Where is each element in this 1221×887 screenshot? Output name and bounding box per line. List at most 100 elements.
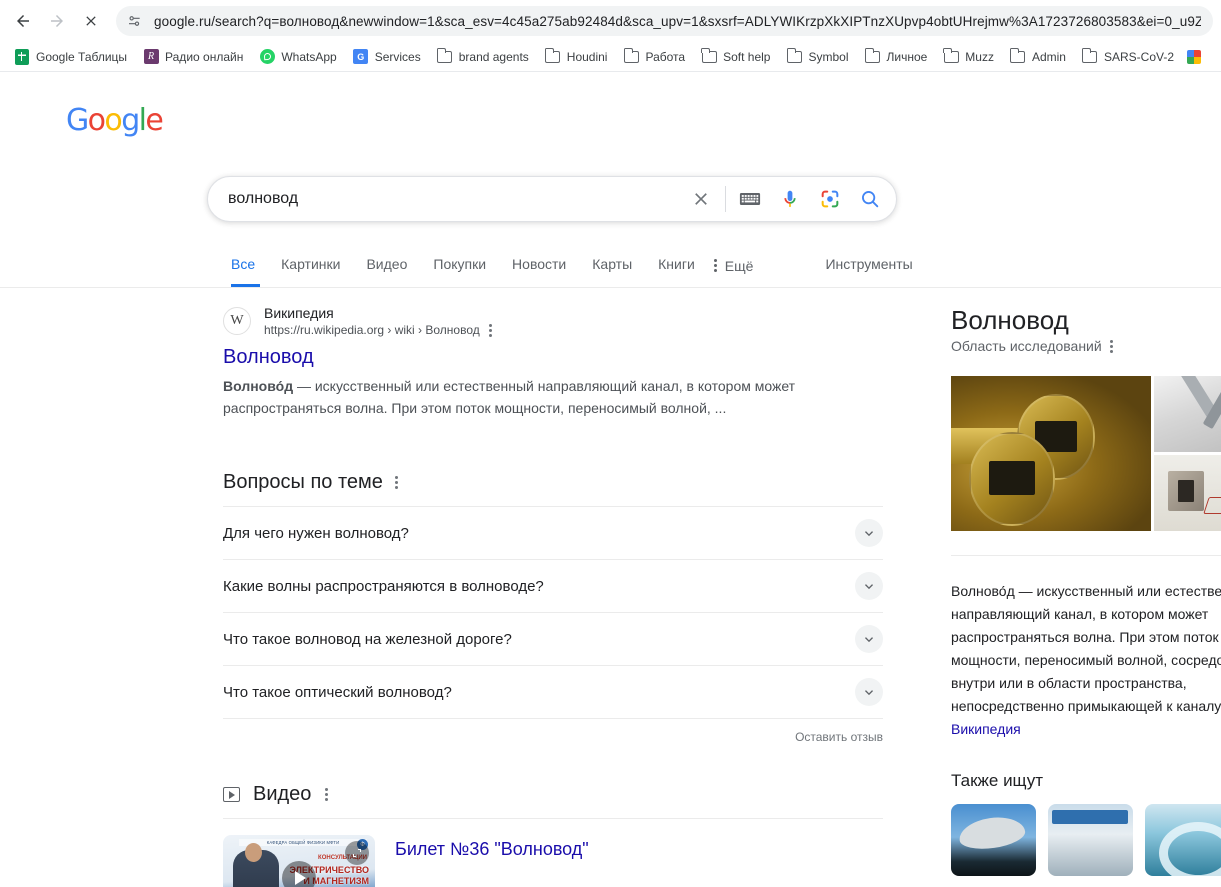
paa-question: Для чего нужен волновод? [223, 525, 409, 542]
kp-main-image[interactable] [951, 376, 1151, 531]
back-button[interactable] [8, 6, 38, 36]
videos-header: Видео [223, 783, 883, 806]
bookmark-label: Личное [886, 49, 927, 65]
kp-description-text: Волново́д — искусственный или естественн… [951, 583, 1221, 714]
bookmark-brand-agents[interactable]: brand agents [429, 45, 537, 69]
people-also-ask-section: Вопросы по теме Для чего нужен волновод?… [223, 469, 883, 748]
close-icon [83, 13, 99, 29]
kp-image-gallery[interactable] [951, 376, 1221, 531]
search-input[interactable]: волновод [208, 189, 681, 209]
tools-button[interactable]: Инструменты [825, 244, 912, 287]
bookmark-symbol[interactable]: Symbol [778, 45, 856, 69]
forward-arrow-icon [48, 12, 66, 30]
video-title-link[interactable]: Билет №36 "Волновод" [395, 837, 663, 861]
video-thumbnail[interactable]: КАФЕДРА ОБЩЕЙ ФИЗИКИ МФТИ Ф КОНСУЛЬТАЦИИ… [223, 835, 375, 887]
bookmark-muzz[interactable]: Muzz [935, 45, 1002, 69]
more-filters-button[interactable]: Ещё [714, 244, 754, 287]
expand-icon[interactable] [345, 841, 369, 865]
tab-videos[interactable]: Видео [353, 244, 420, 287]
kp-also-item[interactable]: Оптика [1048, 804, 1133, 887]
chevron-down-icon[interactable] [855, 678, 883, 706]
search-filter-tabs: Все Картинки Видео Покупки Новости Карты… [0, 244, 1221, 288]
play-icon[interactable] [282, 861, 316, 887]
microphone-icon [779, 188, 801, 210]
bookmark-label: Admin [1032, 49, 1066, 65]
chevron-down-icon[interactable] [855, 519, 883, 547]
folder-icon [1010, 49, 1026, 65]
chevron-down-icon[interactable] [855, 625, 883, 653]
result-title-link[interactable]: Волновод [223, 344, 883, 370]
tab-shopping[interactable]: Покупки [420, 244, 499, 287]
kp-also-thumbnail[interactable] [951, 804, 1036, 876]
browser-toolbar: google.ru/search?q=волновод&newwindow=1&… [0, 0, 1221, 42]
bookmark-label: Радио онлайн [165, 49, 243, 65]
paa-item[interactable]: Для чего нужен волновод? [223, 506, 883, 559]
bookmark-label: Muzz [965, 49, 994, 65]
bookmark-rabota[interactable]: Работа [615, 45, 693, 69]
bookmark-label: WhatsApp [281, 49, 336, 65]
radio-icon: R [143, 49, 159, 65]
kebab-icon [714, 257, 718, 274]
kp-subtitle: Область исследований [951, 338, 1102, 354]
paa-item[interactable]: Что такое волновод на железной дороге? [223, 612, 883, 665]
google-logo[interactable]: Google [66, 106, 162, 136]
paa-options-icon[interactable] [395, 475, 398, 490]
videos-options-icon[interactable] [325, 787, 328, 802]
onscreen-keyboard-button[interactable] [730, 179, 770, 219]
kp-also-title: Также ищут [951, 771, 1221, 791]
snippet-keyword: Волново́д [223, 378, 293, 394]
stop-button[interactable] [76, 6, 106, 36]
kp-also-thumbnail[interactable] [1145, 804, 1221, 876]
tab-all[interactable]: Все [227, 244, 268, 287]
kp-description-source-link[interactable]: Википедия [951, 721, 1021, 737]
folder-icon [701, 49, 717, 65]
kp-also-item[interactable]: Волна [1145, 804, 1221, 887]
bookmark-sars-cov-2[interactable]: SARS-CoV-2 [1074, 45, 1182, 69]
bookmark-services[interactable]: G Services [345, 45, 429, 69]
search-submit-button[interactable] [850, 179, 890, 219]
forward-button[interactable] [42, 6, 72, 36]
result-options-icon[interactable] [489, 323, 492, 338]
bookmark-google-sheets[interactable]: Google Таблицы [6, 45, 135, 69]
bookmark-admin[interactable]: Admin [1002, 45, 1074, 69]
bookmark-houdini[interactable]: Houdini [537, 45, 616, 69]
google-search-page: Google волновод [0, 72, 1221, 887]
video-icon [223, 787, 240, 802]
bookmark-soft-help[interactable]: Soft help [693, 45, 778, 69]
bookmark-label: Symbol [808, 49, 848, 65]
result-header[interactable]: W Википедия https://ru.wikipedia.org › w… [223, 304, 883, 338]
thumb-person-head [245, 843, 262, 862]
kp-also-item[interactable]: Антенна [951, 804, 1036, 887]
bookmark-overflow[interactable] [1182, 45, 1212, 69]
kp-thumb-image[interactable] [1154, 376, 1221, 452]
tab-maps[interactable]: Карты [579, 244, 645, 287]
kp-options-icon[interactable] [1110, 339, 1113, 354]
clear-search-button[interactable] [681, 179, 721, 219]
video-item[interactable]: КАФЕДРА ОБЩЕЙ ФИЗИКИ МФТИ Ф КОНСУЛЬТАЦИИ… [223, 818, 883, 887]
kp-thumb-image[interactable] [1154, 455, 1221, 531]
tab-images[interactable]: Картинки [268, 244, 353, 287]
logo-letter: G [66, 103, 88, 138]
kp-title: Волновод [951, 304, 1221, 336]
paa-question: Какие волны распространяются в волноводе… [223, 578, 544, 595]
bookmark-radio-online[interactable]: R Радио онлайн [135, 45, 251, 69]
divider [725, 186, 726, 212]
search-box[interactable]: волновод [207, 176, 897, 222]
feedback-link[interactable]: Оставить отзыв [795, 730, 883, 744]
logo-letter: o [88, 103, 105, 138]
videos-section: Видео КАФЕДРА ОБЩЕЙ ФИЗИКИ МФТИ Ф КОНСУЛ… [223, 783, 883, 887]
bookmark-lichnoe[interactable]: Личное [856, 45, 935, 69]
paa-item[interactable]: Что такое оптический волновод? [223, 665, 883, 718]
tab-news[interactable]: Новости [499, 244, 579, 287]
folder-icon [545, 49, 561, 65]
kp-also-thumbnail[interactable] [1048, 804, 1133, 876]
site-settings-icon[interactable] [126, 12, 144, 30]
paa-item[interactable]: Какие волны распространяются в волноводе… [223, 559, 883, 612]
folder-icon [786, 49, 802, 65]
chevron-down-icon[interactable] [855, 572, 883, 600]
tab-books[interactable]: Книги [645, 244, 708, 287]
address-bar[interactable]: google.ru/search?q=волновод&newwindow=1&… [116, 6, 1213, 36]
google-lens-button[interactable] [810, 179, 850, 219]
voice-search-button[interactable] [770, 179, 810, 219]
bookmark-whatsapp[interactable]: WhatsApp [251, 45, 344, 69]
